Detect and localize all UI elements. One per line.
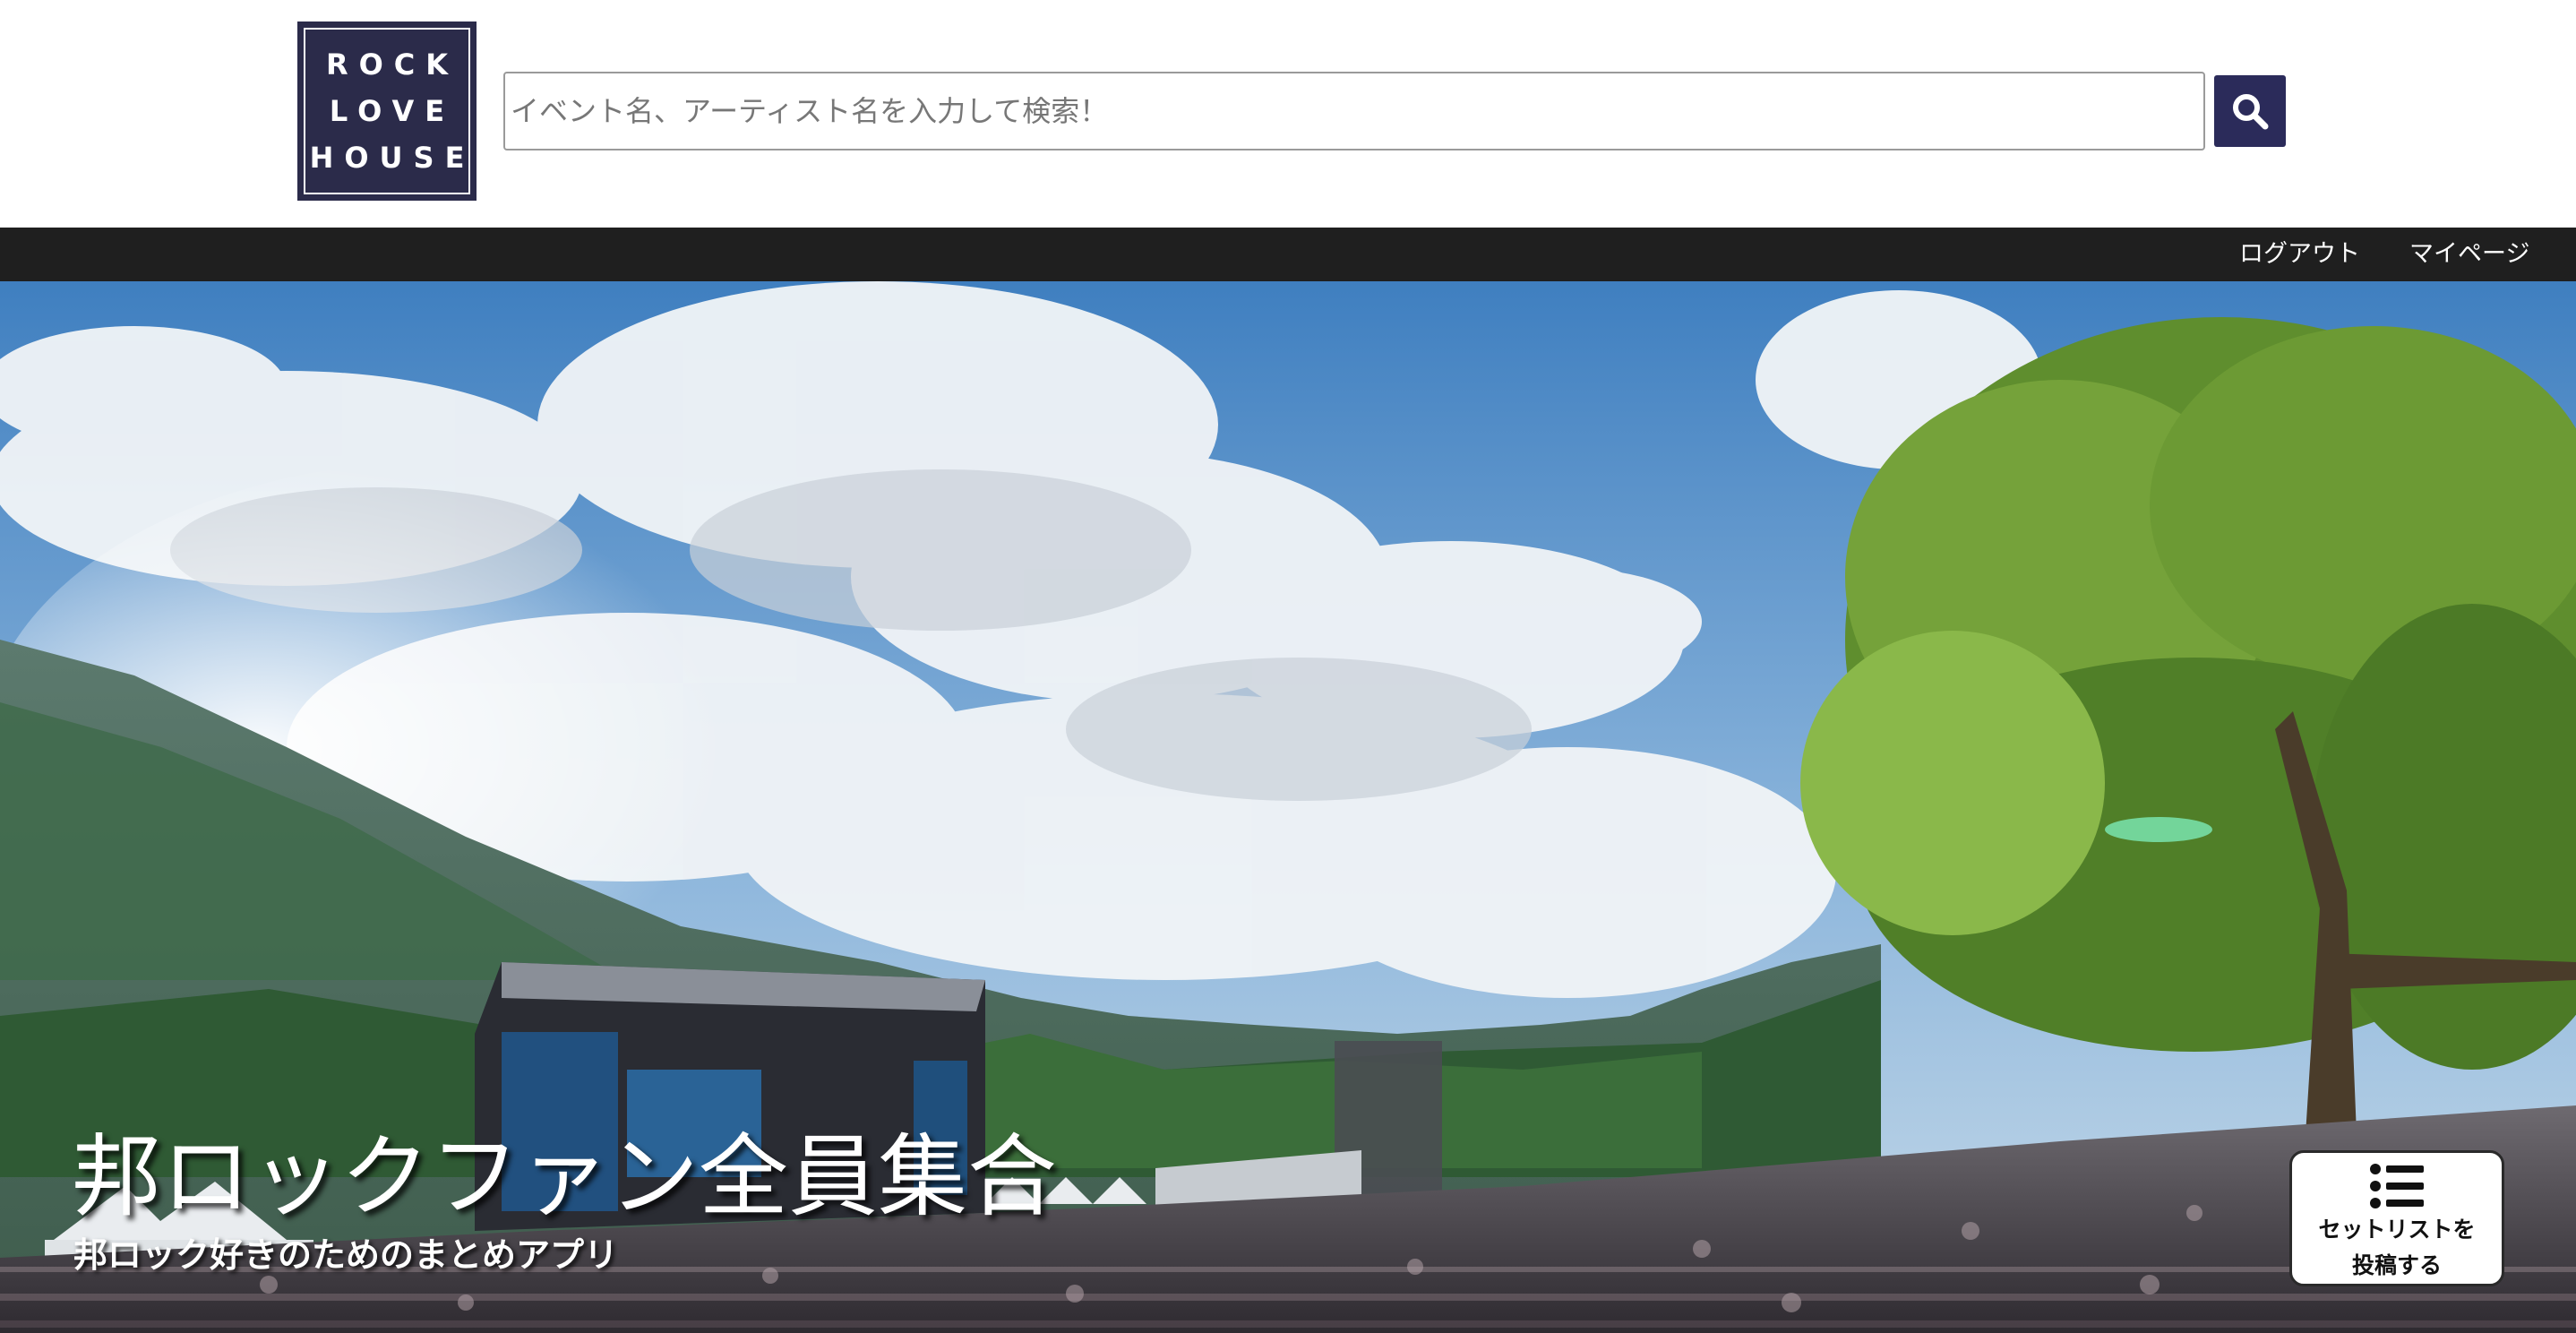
search-button[interactable] (2214, 75, 2286, 147)
logo-line-2: LOVE (329, 94, 456, 128)
list-icon (2370, 1164, 2424, 1208)
post-setlist-label-line2: 投稿する (2351, 1252, 2442, 1278)
post-setlist-button[interactable]: セットリストを 投稿する (2289, 1150, 2504, 1286)
logout-link[interactable]: ログアウト (2239, 228, 2360, 281)
top-navbar: ログアウト マイページ (0, 228, 2576, 281)
post-setlist-label-line1: セットリストを (2318, 1217, 2476, 1243)
search-icon (2233, 94, 2269, 130)
site-logo[interactable]: ROCK LOVE HOUSE (297, 22, 477, 201)
hero-subtitle: 邦ロック好きのためのまとめアプリ (73, 1235, 619, 1275)
post-setlist-label: セットリストを 投稿する (2307, 1212, 2486, 1284)
search-input[interactable] (503, 72, 2205, 150)
hero-title: 邦ロックファン全員集合 (72, 1124, 1057, 1229)
logo-line-1: ROCK (325, 47, 459, 82)
logo-line-3: HOUSE (309, 141, 476, 175)
mypage-link[interactable]: マイページ (2409, 228, 2529, 281)
site-header: ROCK LOVE HOUSE (0, 0, 2576, 228)
hero-banner: 邦ロックファン全員集合 邦ロック好きのためのまとめアプリ (0, 281, 2576, 1333)
logo-frame: ROCK LOVE HOUSE (304, 28, 470, 194)
